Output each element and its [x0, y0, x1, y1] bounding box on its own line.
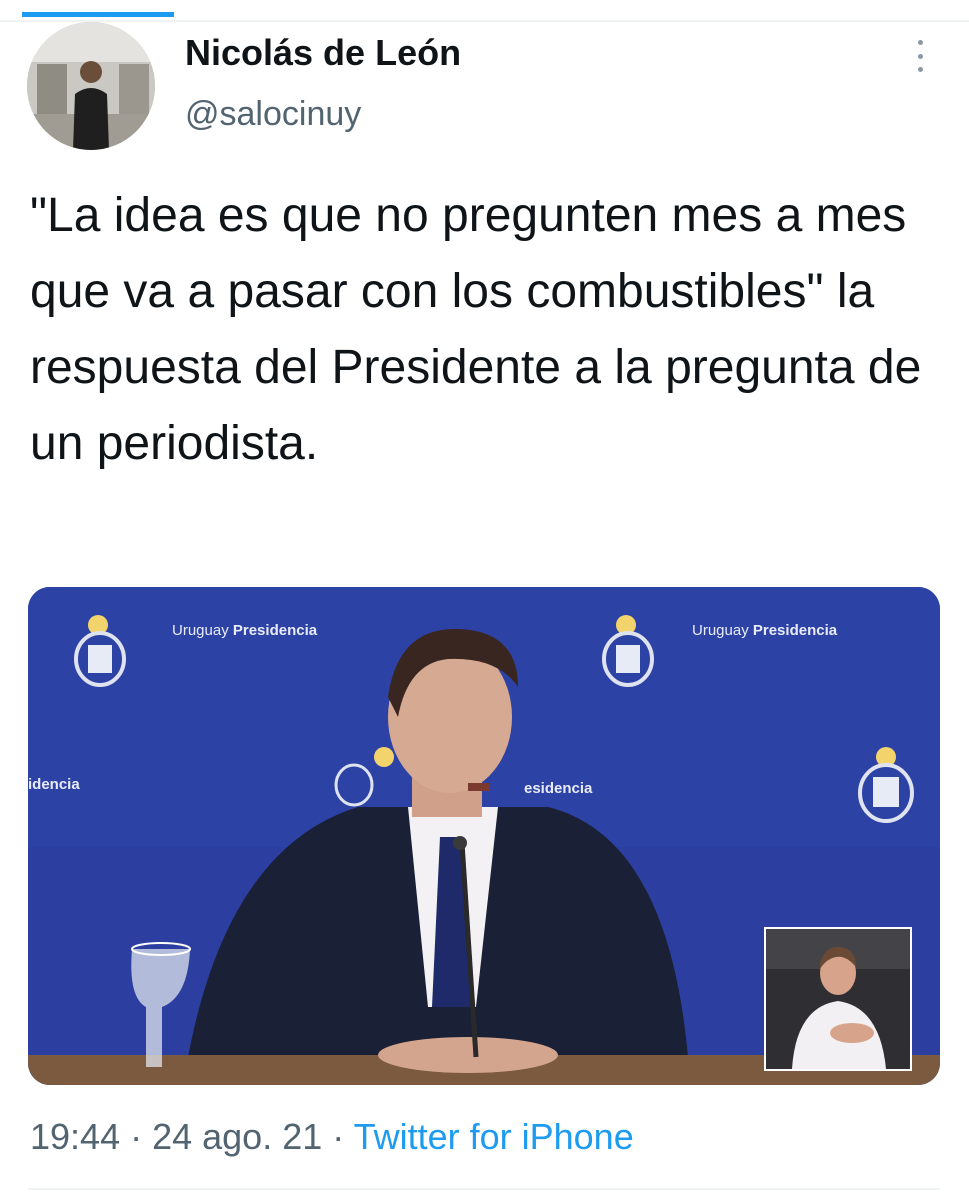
tweet-date[interactable]: 24 ago. 21 — [152, 1116, 322, 1157]
avatar[interactable] — [27, 22, 155, 150]
separator: · — [120, 1116, 153, 1157]
backdrop-brand-label: Uruguay — [692, 622, 749, 639]
more-vertical-icon[interactable] — [905, 36, 935, 76]
tweet-time[interactable]: 19:44 — [30, 1116, 120, 1157]
separator: · — [322, 1116, 354, 1157]
author-handle[interactable]: @salocinuy — [185, 95, 361, 134]
dot — [917, 67, 923, 72]
tweet-text: "La idea es que no pregunten mes a mes q… — [30, 189, 922, 470]
backdrop-brand-label: Uruguay — [172, 622, 229, 639]
tweet-source-link[interactable]: Twitter for iPhone — [354, 1116, 634, 1157]
bottom-divider — [28, 1188, 940, 1190]
interpreter-photo — [766, 929, 910, 1069]
author-name[interactable]: Nicolás de León — [185, 32, 461, 74]
tweet-metadata: 19:44 · 24 ago. 21 · Twitter for iPhone — [30, 1116, 634, 1158]
dot — [917, 53, 923, 59]
avatar-photo — [27, 22, 155, 150]
top-divider — [0, 20, 969, 22]
tweet-media[interactable]: Uruguay Presidencia Uruguay Presidencia … — [28, 587, 940, 1085]
sign-language-interpreter-inset — [764, 927, 912, 1071]
backdrop-fragment-left: idencia — [28, 776, 80, 793]
svg-text:Uruguay Presidencia: Uruguay Presidencia — [692, 622, 838, 639]
tweet-page: Nicolás de León @salocinuy "La idea es q… — [0, 0, 969, 1200]
backdrop-word-label: Presidencia — [233, 622, 318, 639]
backdrop-word-label: Presidencia — [753, 622, 838, 639]
active-tab-indicator — [22, 12, 174, 17]
backdrop-fragment-center: esidencia — [524, 780, 593, 797]
dot — [917, 40, 923, 45]
svg-text:Uruguay Presidencia: Uruguay Presidencia — [172, 622, 318, 639]
